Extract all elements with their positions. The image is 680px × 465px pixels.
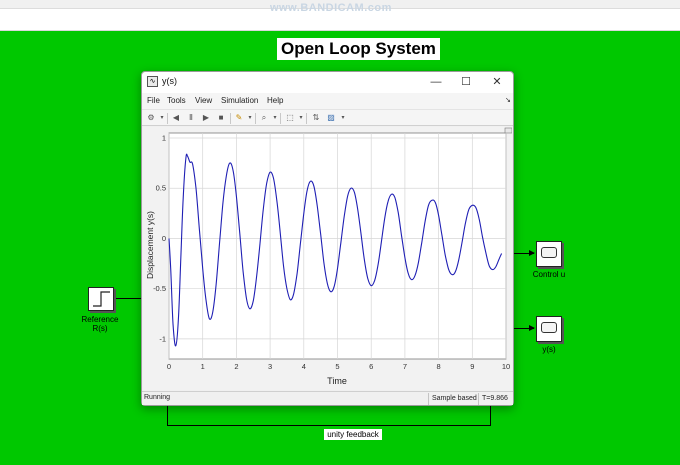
highlight-icon[interactable]: ✎ — [234, 113, 244, 123]
x-tick-label: 4 — [302, 362, 306, 371]
control-label: Control u — [532, 270, 566, 279]
highlight-dropdown-icon[interactable]: ▾ — [245, 113, 255, 123]
x-tick-label: 7 — [403, 362, 407, 371]
menu-file[interactable]: File — [147, 96, 160, 105]
style-icon[interactable]: ▨ — [326, 113, 336, 123]
x-tick-label: 6 — [369, 362, 373, 371]
step-forward-icon[interactable]: ▶ — [201, 113, 211, 123]
menu-help[interactable]: Help — [267, 96, 283, 105]
menu-bar: File Tools View Simulation Help ↘ — [142, 93, 513, 109]
y-tick-label: 0.5 — [156, 184, 166, 193]
scope-app-icon: ∿ — [147, 76, 158, 87]
browser-top-bar: www.BANDICAM.com — [0, 0, 680, 31]
reference-label: Reference R(s) — [70, 315, 130, 333]
x-tick-label: 2 — [234, 362, 238, 371]
plot-panel: 0 1 2 3 4 5 6 7 8 9 10 -1 -0.5 0 0.5 1 Time Displacemen… — [143, 127, 513, 390]
x-tick-label: 10 — [502, 362, 510, 371]
diagram-title: Open Loop System — [277, 38, 440, 60]
x-tick-label: 3 — [268, 362, 272, 371]
toolbar-separator — [167, 113, 168, 124]
step-icon — [93, 291, 110, 307]
x-tick-label: 8 — [437, 362, 441, 371]
reference-step-block[interactable] — [88, 287, 114, 311]
menu-tools[interactable]: Tools — [167, 96, 186, 105]
recording-watermark: www.BANDICAM.com — [270, 2, 392, 14]
undock-icon[interactable]: ↘ — [505, 96, 511, 104]
x-axis-label: Time — [327, 376, 347, 386]
displacement-plot[interactable]: 0 1 2 3 4 5 6 7 8 9 10 -1 -0.5 0 0.5 1 Time Displacemen… — [143, 127, 513, 390]
settings-icon[interactable]: ⚙ — [146, 113, 156, 123]
y-tick-label: 0 — [162, 234, 166, 243]
maximize-button[interactable]: ☐ — [455, 73, 477, 91]
toolbar-separator — [280, 113, 281, 124]
control-scope-block[interactable] — [536, 241, 562, 267]
cursor-measure-icon[interactable]: ⇅ — [311, 113, 321, 123]
zoom-dropdown-icon[interactable]: ▾ — [270, 113, 280, 123]
feedback-wire-left — [167, 405, 168, 425]
collapse-icon — [504, 127, 513, 134]
feedback-label: unity feedback — [324, 429, 382, 440]
fit-icon[interactable]: ⬚ — [285, 113, 295, 123]
output-label: y(s) — [542, 345, 556, 354]
scope-window[interactable]: ∿ y(s) — ☐ ✕ File Tools View Simulation … — [141, 71, 514, 406]
status-bar: Running Sample based T=9.866 — [142, 391, 513, 405]
stop-icon[interactable]: ■ — [216, 113, 226, 123]
toolbar-separator — [306, 113, 307, 124]
y-tick-label: -0.5 — [153, 284, 166, 293]
reference-label-line1: Reference — [81, 315, 119, 324]
y-tick-label: 1 — [162, 134, 166, 143]
scope-toolbar: ⚙ ▾ ◀ Ⅱ ▶ ■ ✎ ▾ ⌕ ▾ ⬚ ▾ ⇅ ▨ ▾ — [142, 109, 513, 126]
simulation-time: T=9.866 — [478, 393, 513, 405]
menu-simulation[interactable]: Simulation — [221, 96, 258, 105]
feedback-wire-right — [490, 405, 491, 425]
close-button[interactable]: ✕ — [486, 73, 508, 91]
x-tick-label: 9 — [470, 362, 474, 371]
reference-label-line2: R(s) — [92, 324, 108, 333]
toolbar-separator — [255, 113, 256, 124]
y-axis-label: Displacement y(s) — [145, 211, 155, 279]
step-back-icon[interactable]: ◀ — [171, 113, 181, 123]
sample-mode: Sample based — [428, 393, 480, 405]
minimize-button[interactable]: — — [425, 73, 447, 91]
window-title: y(s) — [162, 76, 177, 86]
output-scope-block[interactable] — [536, 316, 562, 342]
settings-dropdown-icon[interactable]: ▾ — [157, 113, 167, 123]
x-tick-label: 1 — [201, 362, 205, 371]
y-tick-label: -1 — [159, 334, 166, 343]
x-tick-label: 0 — [167, 362, 171, 371]
style-dropdown-icon[interactable]: ▾ — [338, 113, 348, 123]
control-input-arrow — [529, 250, 535, 256]
toolbar-separator — [230, 113, 231, 124]
simulation-status: Running — [144, 394, 171, 401]
scope-icon — [541, 322, 557, 333]
pause-icon[interactable]: Ⅱ — [186, 113, 196, 123]
zoom-icon[interactable]: ⌕ — [259, 113, 269, 123]
window-titlebar[interactable]: ∿ y(s) — ☐ ✕ — [142, 72, 513, 93]
x-tick-label: 5 — [335, 362, 339, 371]
output-arrow — [529, 325, 535, 331]
scope-icon — [541, 247, 557, 258]
reference-output-wire — [116, 298, 142, 299]
fit-dropdown-icon[interactable]: ▾ — [296, 113, 306, 123]
feedback-wire-bottom — [167, 425, 491, 426]
menu-view[interactable]: View — [195, 96, 212, 105]
